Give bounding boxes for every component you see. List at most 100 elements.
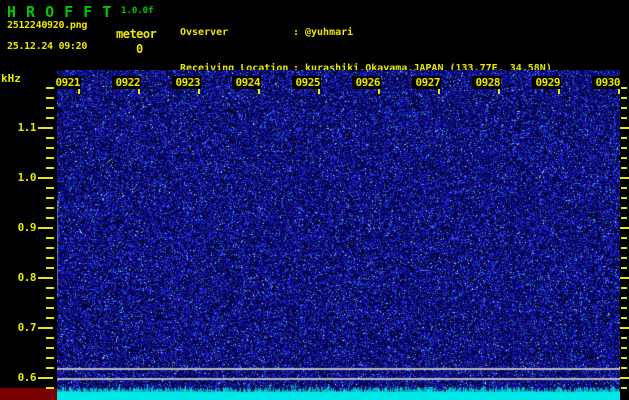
freq-minor-tick-right — [621, 217, 627, 219]
info-value: @yuhmari — [305, 27, 354, 38]
freq-minor-tick-right — [621, 247, 627, 249]
info-separator: : — [293, 27, 300, 38]
time-tick — [498, 89, 500, 94]
time-label: 0922 — [112, 76, 141, 89]
spectrogram-canvas — [57, 70, 620, 400]
freq-minor-tick — [46, 197, 54, 199]
freq-minor-tick — [46, 207, 54, 209]
freq-minor-tick-right — [621, 197, 627, 199]
freq-label: 0.9 — [17, 221, 37, 234]
freq-major-tick — [38, 277, 53, 279]
time-label: 0923 — [172, 76, 201, 89]
freq-minor-tick-right — [621, 157, 627, 159]
freq-minor-tick — [46, 337, 54, 339]
freq-minor-tick — [46, 167, 54, 169]
time-tick — [558, 89, 560, 94]
freq-minor-tick — [46, 307, 54, 309]
time-label: 0928 — [472, 76, 501, 89]
freq-minor-tick-right — [621, 347, 627, 349]
freq-major-tick-right — [620, 327, 629, 329]
freq-minor-tick-right — [621, 87, 627, 89]
freq-minor-tick-right — [621, 207, 627, 209]
freq-major-tick — [38, 377, 53, 379]
freq-label: 0.8 — [17, 271, 37, 284]
freq-major-tick — [38, 177, 53, 179]
freq-minor-tick-right — [621, 117, 627, 119]
freq-minor-tick-right — [621, 187, 627, 189]
app-title: H R O F F T — [7, 3, 112, 21]
freq-minor-tick — [46, 247, 54, 249]
freq-minor-tick — [46, 257, 54, 259]
freq-minor-tick-right — [621, 267, 627, 269]
freq-major-tick-right — [620, 177, 629, 179]
freq-minor-tick-right — [621, 307, 627, 309]
freq-label: 1.1 — [17, 121, 37, 134]
freq-label: 0.7 — [17, 321, 37, 334]
freq-minor-tick — [46, 117, 54, 119]
time-tick — [198, 89, 200, 94]
freq-minor-tick-right — [621, 97, 627, 99]
freq-minor-tick — [46, 357, 54, 359]
freq-minor-tick — [46, 267, 54, 269]
time-tick — [258, 89, 260, 94]
freq-major-tick-right — [620, 127, 629, 129]
time-tick — [78, 89, 80, 94]
time-tick — [618, 89, 620, 94]
freq-minor-tick-right — [621, 147, 627, 149]
freq-minor-tick-right — [621, 287, 627, 289]
time-label: 0924 — [232, 76, 261, 89]
info-label: Ovserver — [180, 27, 229, 38]
freq-minor-tick — [46, 297, 54, 299]
freq-label: 1.0 — [17, 171, 37, 184]
datetime-label: 25.12.24 09:20 — [7, 41, 88, 52]
freq-minor-tick-right — [621, 337, 627, 339]
freq-major-tick — [38, 227, 53, 229]
time-label: 0929 — [532, 76, 561, 89]
meteor-count-value: 0 — [136, 42, 144, 56]
freq-minor-tick — [46, 367, 54, 369]
time-tick — [378, 89, 380, 94]
freq-minor-tick — [46, 157, 54, 159]
freq-minor-tick-right — [621, 317, 627, 319]
freq-minor-tick — [46, 387, 54, 389]
freq-minor-tick — [46, 97, 54, 99]
freq-minor-tick — [46, 187, 54, 189]
freq-minor-tick-right — [621, 237, 627, 239]
freq-minor-tick — [46, 317, 54, 319]
time-label: 0921 — [52, 76, 81, 89]
freq-major-tick — [38, 327, 53, 329]
freq-minor-tick — [46, 287, 54, 289]
freq-minor-tick — [46, 237, 54, 239]
time-tick — [438, 89, 440, 94]
corner-block — [0, 388, 57, 400]
info-row-observer: Ovserver: @yuhmari — [180, 27, 552, 39]
hrofft-window: H R O F F T 1.0.0f 2512240920.png meteor… — [0, 0, 629, 400]
freq-minor-tick-right — [621, 257, 627, 259]
time-tick — [318, 89, 320, 94]
freq-minor-tick-right — [621, 167, 627, 169]
freq-minor-tick — [46, 137, 54, 139]
freq-minor-tick — [46, 347, 54, 349]
freq-minor-tick — [46, 147, 54, 149]
time-label: 0925 — [292, 76, 321, 89]
time-label: 0930 — [592, 76, 621, 89]
time-label: 0926 — [352, 76, 381, 89]
meteor-count-label: meteor — [116, 27, 157, 41]
freq-minor-tick-right — [621, 137, 627, 139]
frequency-axis-unit: kHz — [1, 72, 21, 85]
freq-major-tick-right — [620, 377, 629, 379]
freq-minor-tick-right — [621, 297, 627, 299]
freq-label: 0.6 — [17, 371, 37, 384]
freq-major-tick — [38, 127, 53, 129]
time-label: 0927 — [412, 76, 441, 89]
freq-major-tick-right — [620, 227, 629, 229]
freq-minor-tick-right — [621, 357, 627, 359]
freq-minor-tick-right — [621, 367, 627, 369]
freq-minor-tick — [46, 107, 54, 109]
freq-minor-tick-right — [621, 387, 627, 389]
freq-major-tick-right — [620, 277, 629, 279]
freq-minor-tick-right — [621, 107, 627, 109]
time-tick — [138, 89, 140, 94]
filename-label: 2512240920.png — [7, 20, 88, 31]
app-version: 1.0.0f — [121, 6, 154, 16]
